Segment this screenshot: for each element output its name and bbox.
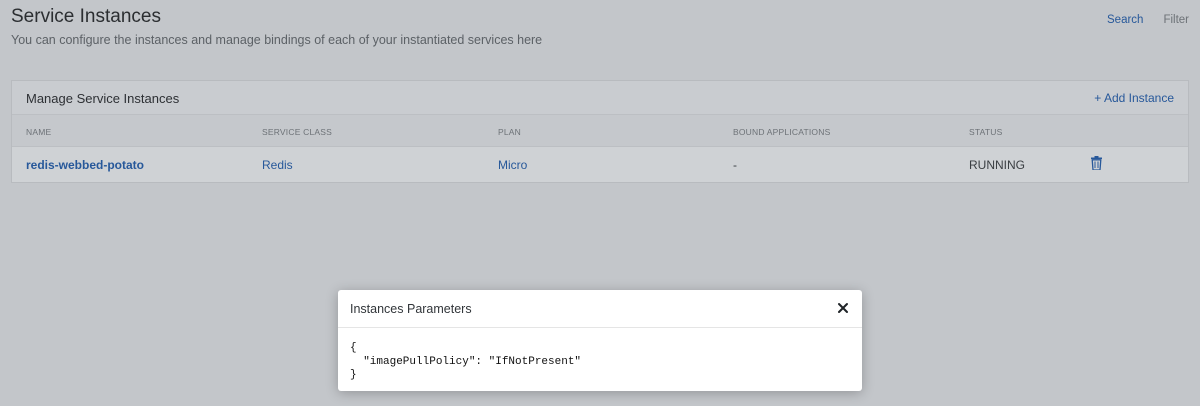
- page-title: Service Instances: [11, 6, 161, 27]
- column-header-plan: PLAN: [498, 127, 522, 137]
- search-link[interactable]: Search: [1107, 14, 1143, 26]
- plan-link[interactable]: Micro: [498, 158, 527, 172]
- table-row: redis-webbed-potato Redis Micro - RUNNIN…: [12, 147, 1188, 182]
- trash-icon[interactable]: [1091, 156, 1102, 170]
- instance-name-link[interactable]: redis-webbed-potato: [26, 158, 144, 172]
- add-instance-button[interactable]: + Add Instance: [1094, 91, 1174, 105]
- column-header-status: STATUS: [969, 127, 1003, 137]
- service-class-link[interactable]: Redis: [262, 158, 293, 172]
- page: Service Instances You can configure the …: [0, 0, 1200, 406]
- modal-body: { "imagePullPolicy": "IfNotPresent" }: [350, 342, 581, 383]
- column-header-name: NAME: [26, 127, 52, 137]
- close-icon[interactable]: [834, 299, 852, 317]
- code-line-3: }: [350, 369, 357, 381]
- instances-parameters-modal: Instances Parameters { "imagePullPolicy"…: [338, 290, 862, 391]
- modal-header: Instances Parameters: [338, 290, 862, 328]
- code-line-2: "imagePullPolicy": "IfNotPresent": [350, 355, 582, 368]
- column-header-service-class: SERVICE CLASS: [262, 127, 332, 137]
- manage-instances-panel: Manage Service Instances + Add Instance …: [11, 80, 1189, 183]
- status-value: RUNNING: [969, 158, 1025, 172]
- header-actions: Search Filter: [1107, 14, 1189, 26]
- code-line-1: {: [350, 342, 357, 354]
- modal-title: Instances Parameters: [350, 302, 472, 316]
- page-subtitle: You can configure the instances and mana…: [11, 33, 543, 47]
- table-header: NAME SERVICE CLASS PLAN BOUND APPLICATIO…: [12, 115, 1188, 147]
- bound-applications-value: -: [733, 158, 737, 172]
- filter-link[interactable]: Filter: [1163, 14, 1189, 26]
- panel-title: Manage Service Instances: [26, 91, 180, 106]
- column-header-bound-applications: BOUND APPLICATIONS: [733, 127, 831, 137]
- panel-header: Manage Service Instances + Add Instance: [12, 81, 1188, 115]
- page-header: Service Instances You can configure the …: [0, 0, 1200, 60]
